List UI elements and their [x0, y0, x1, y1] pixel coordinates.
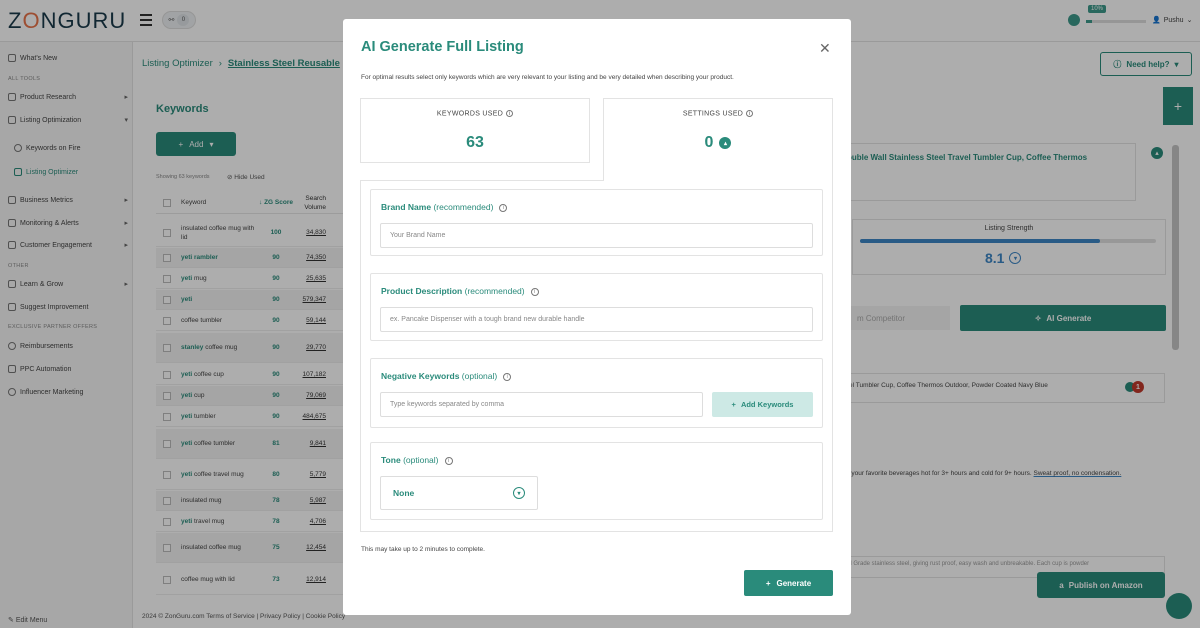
chevron-up-icon[interactable]: ▴ — [719, 137, 732, 149]
plus-icon: + — [765, 578, 771, 588]
brand-section: Brand Name (recommended) i Your Brand Nam… — [370, 189, 823, 256]
tone-select[interactable]: None ▾ — [380, 476, 538, 510]
divider — [360, 180, 604, 181]
chevron-down-icon: ▾ — [513, 487, 525, 499]
plus-icon: + — [731, 400, 736, 409]
modal-note: For optimal results select only keywords… — [361, 74, 734, 81]
info-icon[interactable]: i — [530, 287, 539, 296]
close-icon[interactable]: ✕ — [819, 40, 831, 57]
product-description-label: Product Description (recommended) i — [381, 286, 539, 296]
info-icon[interactable]: i — [746, 110, 754, 117]
product-description-input[interactable]: ex. Pancake Dispenser with a tough brand… — [380, 307, 813, 332]
product-description-section: Product Description (recommended) i ex. P… — [370, 273, 823, 341]
time-note: This may take up to 2 minutes to complet… — [361, 546, 485, 553]
modal-title: AI Generate Full Listing — [361, 39, 524, 55]
info-icon[interactable]: i — [444, 456, 453, 465]
settings-used-card[interactable]: SETTINGS USED i 0 ▴ — [603, 98, 833, 180]
settings-used-value: 0 ▴ — [604, 134, 832, 152]
add-keywords-button[interactable]: + Add Keywords — [712, 392, 813, 417]
settings-used-label: SETTINGS USED i — [604, 110, 832, 117]
info-icon[interactable]: i — [499, 203, 508, 212]
negative-keywords-section: Negative Keywords (optional) i Type keywo… — [370, 358, 823, 428]
tone-section: Tone (optional) i None ▾ — [370, 442, 823, 520]
brand-label: Brand Name (recommended) i — [381, 202, 508, 212]
info-icon[interactable]: i — [503, 372, 512, 381]
generate-button[interactable]: + Generate — [744, 570, 833, 596]
negative-keywords-label: Negative Keywords (optional) i — [381, 371, 512, 381]
info-icon[interactable]: i — [506, 110, 514, 117]
keywords-used-label: KEYWORDS USED i — [361, 110, 589, 117]
keywords-used-value: 63 — [466, 134, 484, 151]
ai-generate-modal: AI Generate Full Listing ✕ For optimal r… — [343, 19, 851, 615]
tone-label: Tone (optional) i — [381, 455, 453, 465]
negative-keywords-input[interactable]: Type keywords separated by comma — [380, 392, 703, 417]
brand-name-input[interactable]: Your Brand Name — [380, 223, 813, 248]
keywords-used-card[interactable]: KEYWORDS USED i 63 — [360, 98, 590, 163]
